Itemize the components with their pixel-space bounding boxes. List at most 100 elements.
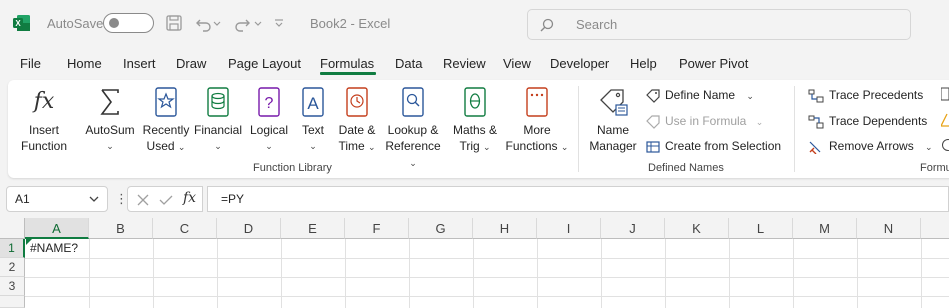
tag-small-icon (646, 115, 660, 129)
menu-review[interactable]: Review (443, 56, 486, 71)
logical-button[interactable]: ? Logical ⌄ (247, 86, 291, 154)
save-icon[interactable] (164, 13, 184, 33)
autosave-toggle[interactable] (103, 13, 154, 33)
autosave-label: AutoSave (47, 16, 104, 31)
grid-line (537, 239, 538, 308)
table-select-icon (646, 141, 660, 153)
column-header[interactable]: I (537, 218, 601, 239)
name-manager-label-1: Name (596, 123, 629, 137)
remove-arrows-button[interactable]: Remove Arrows ⌄ (808, 136, 933, 156)
menu-insert[interactable]: Insert (123, 56, 156, 71)
svg-text:fx: fx (32, 89, 55, 114)
recently-used-label-2: Used (146, 139, 175, 153)
more-functions-button[interactable]: More Functions ⌄ (504, 86, 570, 155)
logical-label: Logical (249, 123, 289, 137)
grid-line (473, 239, 474, 308)
cancel-icon[interactable] (136, 193, 150, 207)
date-time-button[interactable]: Date & Time ⌄ (334, 86, 380, 155)
column-header[interactable]: D (217, 218, 281, 239)
customize-toolbar-icon[interactable] (272, 13, 286, 33)
autosum-button[interactable]: AutoSum ⌄ (80, 86, 140, 154)
column-header[interactable]: H (473, 218, 537, 239)
select-all-corner[interactable] (0, 218, 25, 239)
column-header[interactable]: C (153, 218, 217, 239)
row-header[interactable]: 2 (0, 258, 25, 277)
error-checking-icon[interactable] (941, 113, 949, 127)
column-header[interactable] (921, 218, 949, 239)
column-header[interactable]: K (665, 218, 729, 239)
column-header[interactable]: J (601, 218, 665, 239)
column-header[interactable]: A (25, 218, 89, 239)
lookup-reference-button[interactable]: Lookup & Reference ⌄ (382, 86, 444, 171)
grid-line (25, 258, 949, 259)
sigma-icon (100, 89, 119, 115)
menu-help[interactable]: Help (630, 56, 657, 71)
search-placeholder: Search (576, 17, 618, 32)
column-header[interactable]: M (793, 218, 857, 239)
autosum-label: AutoSum (85, 123, 135, 137)
trace-precedents-button[interactable]: Trace Precedents (808, 85, 923, 105)
spreadsheet-grid: A B C D E F G H I J K L M N 1 2 3 #NAME? (0, 218, 949, 308)
maths-trig-button[interactable]: Maths & Trig ⌄ (448, 86, 502, 155)
define-name-label: Define Name (665, 88, 736, 102)
insert-function-button[interactable]: fx Insert Function (16, 86, 72, 154)
row-header[interactable] (0, 296, 25, 308)
row-header[interactable]: 3 (0, 277, 25, 296)
row-header[interactable]: 1 (0, 239, 25, 258)
star-book-icon (155, 87, 177, 117)
redo-icon[interactable] (232, 13, 252, 33)
enter-icon[interactable] (159, 193, 173, 207)
text-book-icon: A (302, 87, 324, 117)
define-name-button[interactable]: Define Name ⌄ (646, 85, 754, 105)
undo-dropdown-icon[interactable] (212, 13, 222, 33)
menu-view[interactable]: View (503, 56, 531, 71)
name-box[interactable]: A1 (6, 186, 108, 212)
column-header[interactable]: N (857, 218, 921, 239)
evaluate-formula-icon[interactable] (941, 138, 949, 152)
trace-dependents-button[interactable]: Trace Dependents (808, 111, 927, 131)
name-manager-label-2: Manager (589, 139, 637, 153)
menu-developer[interactable]: Developer (550, 56, 609, 71)
menu-home[interactable]: Home (67, 56, 102, 71)
menu-file[interactable]: File (20, 56, 41, 71)
grid-line (217, 239, 218, 308)
formula-auditing-group-label: Formu (920, 162, 949, 174)
menu-draw[interactable]: Draw (176, 56, 206, 71)
menu-power-pivot[interactable]: Power Pivot (679, 56, 748, 71)
grid-line (409, 239, 410, 308)
column-header[interactable]: L (729, 218, 793, 239)
redo-dropdown-icon[interactable] (253, 13, 263, 33)
remove-arrows-label: Remove Arrows (829, 139, 914, 153)
text-button[interactable]: A Text ⌄ (296, 86, 330, 154)
column-header[interactable]: E (281, 218, 345, 239)
undo-icon[interactable] (194, 13, 214, 33)
column-header[interactable]: B (89, 218, 153, 239)
use-in-formula-label: Use in Formula (665, 114, 747, 128)
cell-a1[interactable]: #NAME? (26, 239, 89, 258)
grid-line (153, 239, 154, 308)
column-header[interactable]: G (409, 218, 473, 239)
formula-bar: A1 ⋮ fx =PY (0, 186, 949, 214)
column-header[interactable]: F (345, 218, 409, 239)
financial-button[interactable]: Financial ⌄ (193, 86, 243, 154)
menu-data[interactable]: Data (395, 56, 422, 71)
insert-function-label-1: Insert (28, 123, 59, 137)
chevron-down-icon: ⌄ (560, 142, 569, 152)
insert-function-fx-icon[interactable]: fx (183, 190, 196, 206)
formula-input[interactable]: =PY (207, 186, 949, 212)
name-box-value: A1 (15, 192, 30, 206)
formula-content: =PY (221, 192, 245, 206)
name-manager-button[interactable]: Name Manager (586, 86, 640, 154)
more-label-2: Functions (505, 139, 558, 153)
search-box[interactable]: Search (527, 9, 911, 40)
chevron-down-icon: ⌄ (106, 141, 114, 151)
chevron-down-icon: ⌄ (755, 117, 764, 127)
chevron-down-icon: ⌄ (409, 158, 417, 168)
use-in-formula-button[interactable]: Use in Formula ⌄ (646, 111, 763, 131)
menu-page-layout[interactable]: Page Layout (228, 56, 301, 71)
recently-used-button[interactable]: Recently Used ⌄ (141, 86, 191, 155)
chevron-down-icon: ⌄ (746, 91, 754, 101)
create-from-selection-button[interactable]: Create from Selection (646, 136, 781, 156)
show-formulas-icon[interactable] (941, 87, 949, 101)
menu-formulas[interactable]: Formulas (320, 56, 374, 71)
